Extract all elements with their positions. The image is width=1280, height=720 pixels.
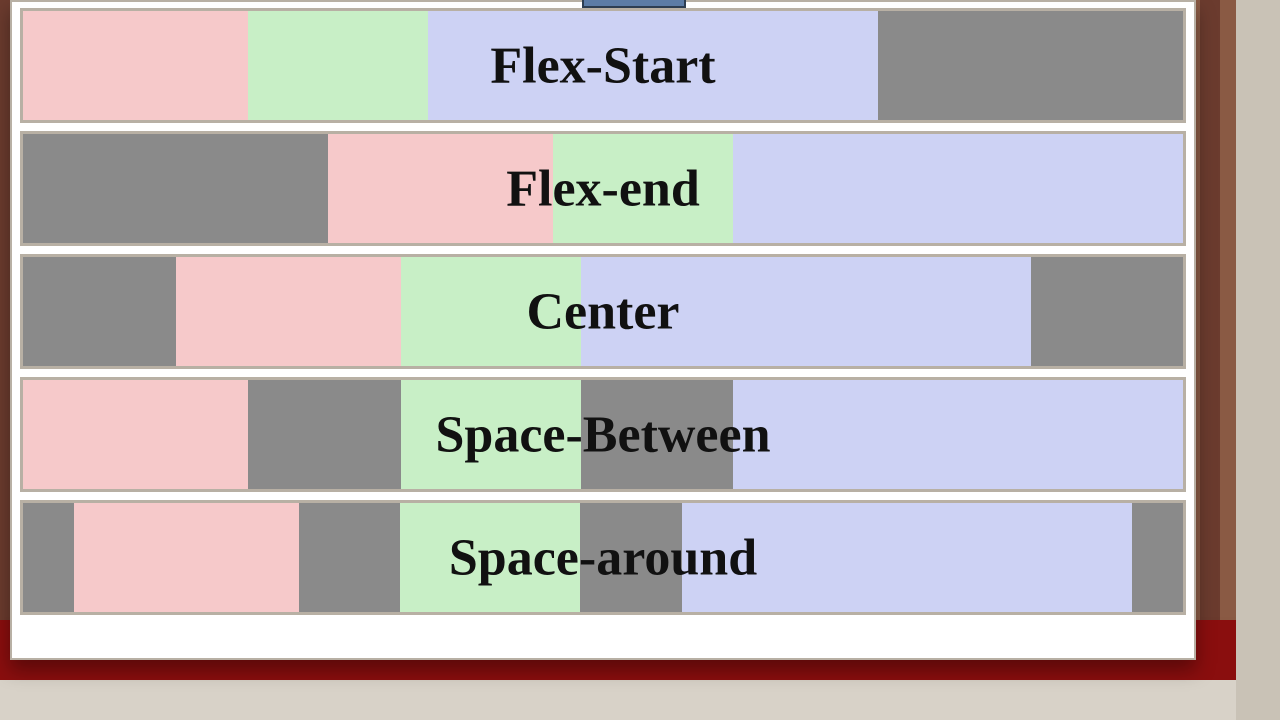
row-space-around: Space-around <box>20 500 1186 615</box>
slide-bottom-strip <box>0 680 1280 720</box>
flex-item-2 <box>248 11 428 120</box>
flex-item-1 <box>23 11 248 120</box>
flex-item-3 <box>733 134 1183 243</box>
flex-item-3 <box>682 503 1132 612</box>
row-flex-end: Flex-end <box>20 131 1186 246</box>
flex-item-3 <box>581 257 1031 366</box>
flex-item-2 <box>553 134 733 243</box>
slide-right-edge <box>1236 0 1280 720</box>
flex-item-1 <box>23 380 248 489</box>
flex-item-3 <box>428 11 878 120</box>
flex-item-2 <box>400 503 580 612</box>
row-space-between: Space-Between <box>20 377 1186 492</box>
browser-tab-stub <box>582 0 686 8</box>
flex-item-2 <box>401 380 581 489</box>
flex-item-1 <box>74 503 299 612</box>
flex-diagram: Flex-Start Flex-end Center Space-Between… <box>20 8 1186 615</box>
flex-item-1 <box>328 134 553 243</box>
row-flex-start: Flex-Start <box>20 8 1186 123</box>
row-center: Center <box>20 254 1186 369</box>
diagram-card: Flex-Start Flex-end Center Space-Between… <box>10 0 1196 660</box>
flex-item-2 <box>401 257 581 366</box>
flex-item-3 <box>733 380 1183 489</box>
flex-item-1 <box>176 257 401 366</box>
